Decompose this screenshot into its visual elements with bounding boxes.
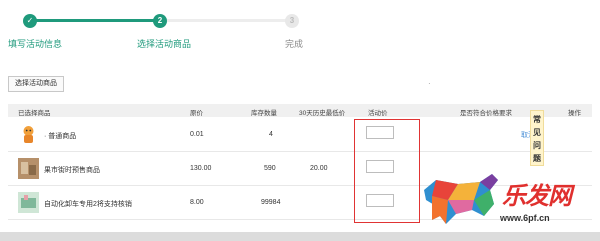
step-2-marker: 2	[153, 14, 167, 28]
lowest-price: 20.00	[310, 165, 328, 172]
watermark-url: www.6pf.cn	[500, 213, 550, 223]
original-price: 0.01	[190, 131, 204, 138]
progress-steps: ✓ 2 3 填写活动信息 选择活动商品 完成	[0, 0, 600, 60]
watermark-text: 乐发网	[502, 181, 572, 210]
header-operation: 操作	[568, 110, 581, 117]
select-products-button[interactable]: 选择活动商品	[8, 76, 64, 92]
step-line-done	[30, 19, 154, 22]
product-thumbnail	[18, 158, 39, 179]
product-thumbnail	[18, 124, 39, 145]
header-stock: 库存数量	[251, 110, 277, 117]
table-row: · 普通商品 0.01 4 取消	[8, 118, 592, 152]
table-header: 已选择商品 原价 库存数量 30天历史最低价 活动价 是否符合价格要求 操作	[8, 104, 592, 117]
bottom-bar	[0, 232, 600, 241]
step-2-label: 选择活动商品	[137, 39, 192, 49]
step-3-marker: 3	[285, 14, 299, 28]
header-lowest-price: 30天历史最低价	[299, 110, 346, 117]
check-icon: ✓	[23, 14, 37, 28]
step-1-label: 填写活动信息	[8, 39, 63, 49]
stock-count: 99984	[261, 199, 281, 206]
stock-count: 4	[269, 131, 273, 138]
header-price: 原价	[190, 110, 203, 117]
product-name: 果市街时预售商品	[44, 167, 100, 174]
step-3-label: 完成	[285, 39, 304, 49]
product-thumbnail	[18, 192, 39, 213]
step-line-todo	[166, 19, 286, 22]
faq-tab[interactable]: 常见问题	[530, 110, 544, 166]
header-meets-requirement: 是否符合价格要求	[460, 110, 512, 117]
dot-mark: ·	[428, 79, 431, 88]
product-name: 自动化卸车专用2将支持核销	[44, 201, 132, 208]
highlight-box	[354, 119, 420, 223]
original-price: 130.00	[190, 165, 212, 172]
original-price: 8.00	[190, 199, 204, 206]
product-name: · 普通商品	[44, 133, 77, 140]
header-activity-price: 活动价	[368, 110, 388, 117]
bull-logo-icon	[418, 170, 502, 233]
stock-count: 590	[264, 165, 276, 172]
header-product: 已选择商品	[18, 110, 51, 117]
